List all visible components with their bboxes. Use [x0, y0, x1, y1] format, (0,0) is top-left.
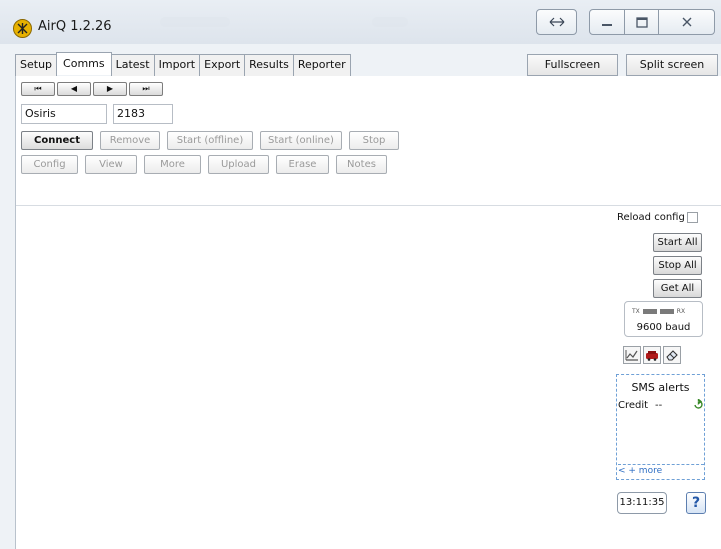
rx-label: RX	[676, 308, 686, 315]
last-record-button[interactable]: ⏭	[129, 82, 163, 96]
chart-icon	[625, 350, 638, 361]
close-button[interactable]	[658, 9, 715, 35]
tab-latest[interactable]: Latest	[110, 54, 155, 76]
tab-comms[interactable]: Comms	[56, 52, 112, 75]
swap-arrows-icon	[549, 17, 564, 27]
remove-button[interactable]: Remove	[100, 131, 160, 150]
minimize-icon	[602, 24, 612, 26]
maximize-button[interactable]	[624, 9, 659, 35]
sms-credit-label: Credit	[618, 400, 649, 411]
split-screen-button[interactable]: Split screen	[626, 54, 718, 76]
close-icon	[682, 17, 691, 27]
sms-credit-value: --	[655, 400, 663, 411]
station-id-field[interactable]: 2183	[113, 104, 173, 124]
stop-button[interactable]: Stop	[349, 131, 399, 150]
more-button[interactable]: More	[144, 155, 201, 174]
action-row-1: Connect Remove Start (offline) Start (on…	[21, 131, 399, 150]
eraser-icon	[666, 350, 678, 361]
baud-rate: 9600 baud	[636, 322, 691, 333]
sms-alerts-title: SMS alerts	[631, 381, 690, 394]
start-offline-button[interactable]: Start (offline)	[167, 131, 253, 150]
connect-button[interactable]: Connect	[21, 131, 93, 150]
previous-record-icon: ◀	[70, 84, 78, 93]
first-record-icon: ⏮	[34, 84, 42, 93]
maximize-icon	[635, 16, 648, 28]
reload-config-checkbox[interactable]	[686, 212, 698, 223]
tab-setup[interactable]: Setup	[15, 54, 58, 76]
config-button[interactable]: Config	[21, 155, 78, 174]
refresh-icon	[694, 398, 703, 409]
app-window: AirQ 1.2.26 Setup Comms Latest Import Ex…	[0, 0, 721, 549]
sms-more-link[interactable]: < + more	[618, 464, 704, 476]
previous-record-button[interactable]: ◀	[57, 82, 91, 96]
help-icon: ?	[691, 495, 701, 511]
action-row-2: Config View More Upload Erase Notes	[21, 155, 387, 174]
rx-led-icon	[659, 309, 674, 314]
stop-all-button[interactable]: Stop All	[653, 256, 702, 275]
view-button[interactable]: View	[85, 155, 137, 174]
station-name-field[interactable]: Osiris	[21, 104, 107, 124]
tab-bar: Setup Comms Latest Import Export Results…	[15, 52, 351, 76]
reload-config-label: Reload config	[617, 212, 685, 223]
refresh-credit-button[interactable]	[693, 398, 704, 413]
start-online-button[interactable]: Start (online)	[260, 131, 342, 150]
upload-button[interactable]: Upload	[208, 155, 269, 174]
vehicle-tool-button[interactable]	[643, 346, 661, 364]
get-all-button[interactable]: Get All	[653, 279, 702, 298]
last-record-icon: ⏭	[142, 84, 150, 93]
tab-export[interactable]: Export	[199, 54, 246, 76]
title-bar: AirQ 1.2.26	[0, 0, 721, 44]
swap-arrows-button[interactable]	[536, 9, 577, 35]
chart-tool-button[interactable]	[623, 346, 641, 364]
clock-display: 13:11:35	[617, 492, 667, 514]
tool-icons	[623, 346, 681, 364]
minimize-button[interactable]	[589, 9, 625, 35]
tab-reporter[interactable]: Reporter	[292, 54, 351, 76]
notes-button[interactable]: Notes	[336, 155, 387, 174]
tab-import[interactable]: Import	[153, 54, 201, 76]
eraser-tool-button[interactable]	[663, 346, 681, 364]
record-navigator: ⏮ ◀ ▶ ⏭	[21, 82, 163, 96]
fullscreen-button[interactable]: Fullscreen	[527, 54, 618, 76]
tx-led-icon	[642, 309, 657, 314]
tab-results[interactable]: Results	[244, 54, 294, 76]
tx-rx-indicator: TX RX 9600 baud	[624, 301, 703, 337]
tx-label: TX	[632, 308, 640, 315]
window-title: AirQ 1.2.26	[38, 19, 112, 34]
sms-alerts-panel: SMS alerts Credit -- < + more	[616, 374, 705, 480]
erase-button[interactable]: Erase	[276, 155, 329, 174]
start-all-button[interactable]: Start All	[653, 233, 702, 252]
first-record-button[interactable]: ⏮	[21, 82, 55, 96]
window-controls	[589, 9, 715, 35]
help-button[interactable]: ?	[686, 492, 706, 514]
airq-logo-icon	[13, 19, 32, 38]
next-record-button[interactable]: ▶	[93, 82, 127, 96]
reload-config-option[interactable]: Reload config	[617, 212, 698, 223]
red-vehicle-icon	[646, 351, 658, 361]
station-controls: ⏮ ◀ ▶ ⏭ Osiris 2183 Connect Remove Start…	[16, 76, 721, 206]
next-record-icon: ▶	[106, 84, 114, 93]
